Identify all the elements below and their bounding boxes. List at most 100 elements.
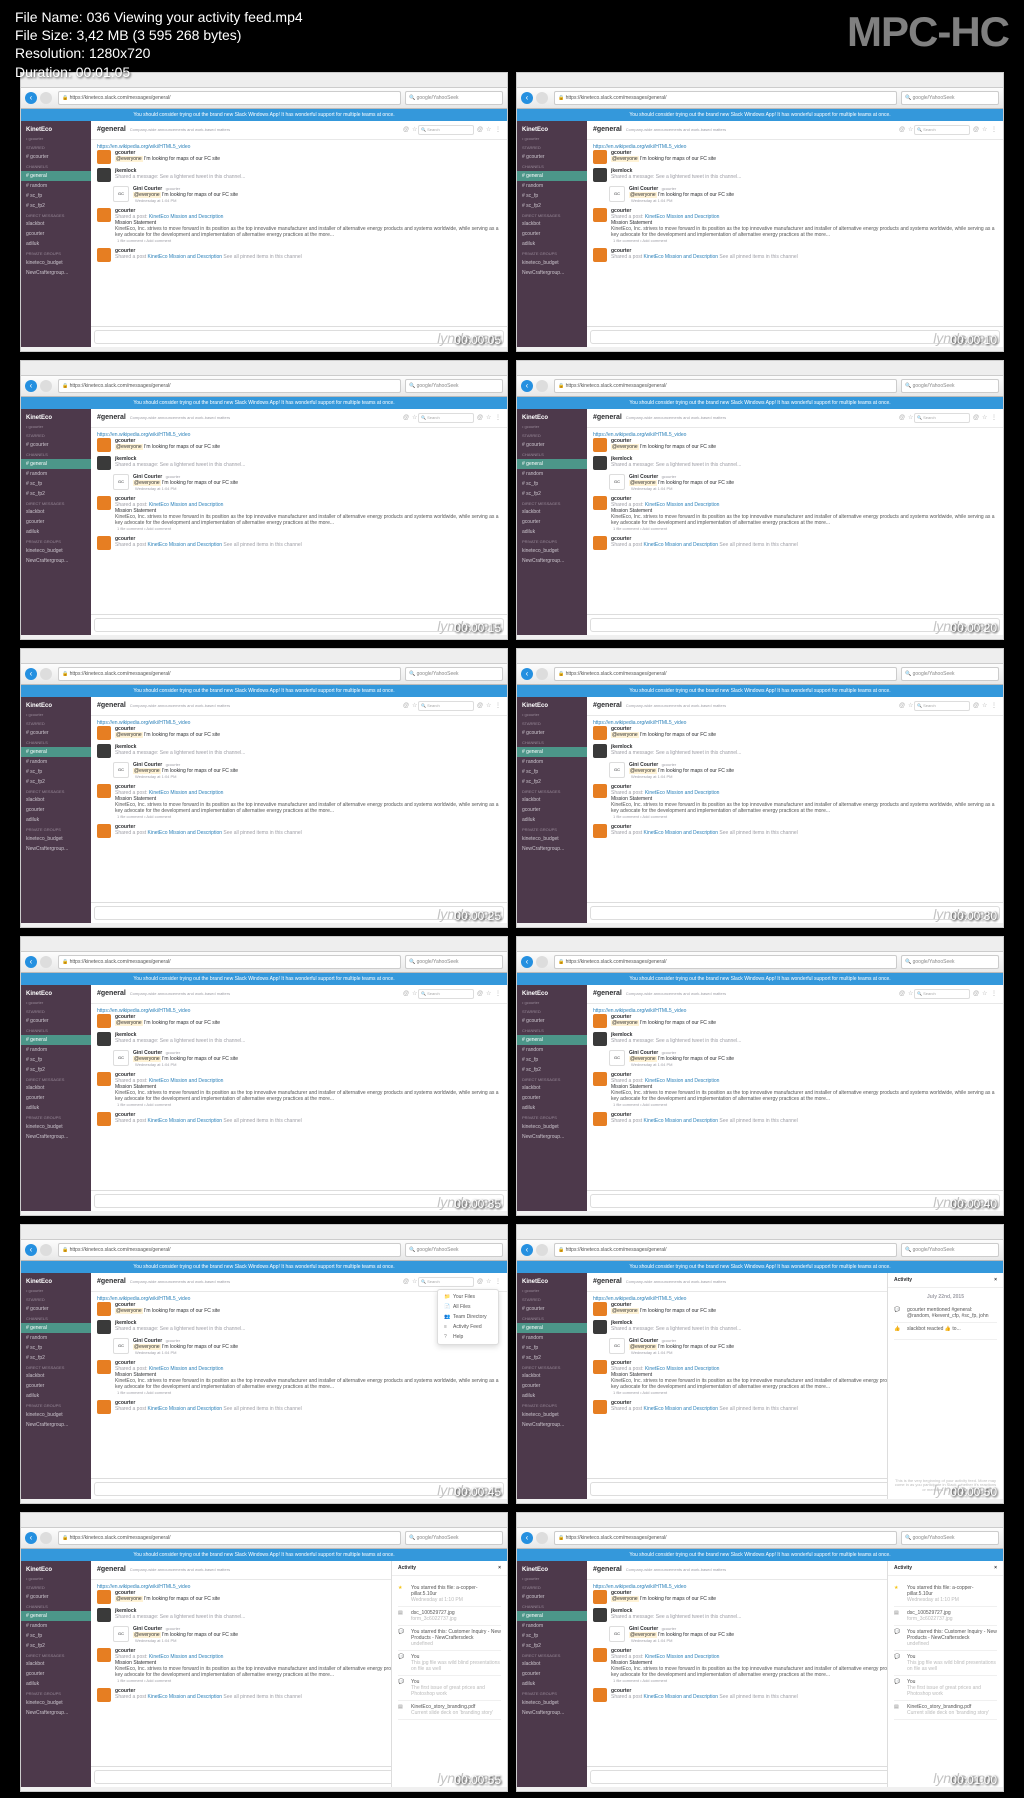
sidebar-dm-item[interactable]: gcourter	[517, 517, 587, 527]
more-icon[interactable]: ⋮	[991, 415, 997, 421]
sidebar-dm-item[interactable]: slackbot	[517, 795, 587, 805]
more-icon[interactable]: ⋮	[991, 127, 997, 133]
sidebar-private-item[interactable]: kineteco_budget	[517, 1122, 587, 1132]
forward-button[interactable]	[40, 1532, 52, 1544]
search-input[interactable]: 🔍 Search	[914, 125, 970, 135]
sidebar-channel-item[interactable]: # random	[21, 181, 91, 191]
back-button[interactable]: ‹	[521, 956, 533, 968]
sidebar-dm-item[interactable]: slackbot	[21, 507, 91, 517]
mentions-icon[interactable]: @	[899, 703, 905, 709]
sidebar-dm-item[interactable]: adiluk	[517, 1391, 587, 1401]
activity-item-text[interactable]: YouThe first issue of great prices and P…	[907, 1679, 997, 1697]
sidebar-channel-item[interactable]: # general	[21, 459, 91, 469]
team-name[interactable]: KinetEco	[21, 1565, 91, 1576]
sidebar-dm-item[interactable]: adiluk	[21, 1103, 91, 1113]
sidebar-channel-item[interactable]: # sc_fp2	[517, 777, 587, 787]
url-bar[interactable]: 🔒 https://kineteco.slack.com/messages/ge…	[58, 91, 401, 105]
sidebar-private-item[interactable]: kineteco_budget	[21, 1122, 91, 1132]
mentions-icon[interactable]: @	[403, 127, 409, 133]
sidebar-channel-item[interactable]: # sc_fp2	[517, 201, 587, 211]
star-outline-icon[interactable]: ☆	[486, 703, 492, 709]
sidebar-channel-item[interactable]: # sc_fp2	[21, 1065, 91, 1075]
sidebar-starred-item[interactable]: # gcourter	[21, 728, 91, 738]
announcement-bar[interactable]: You should consider trying out the brand…	[517, 1549, 1003, 1561]
dropdown-item[interactable]: ?Help	[438, 1332, 498, 1342]
sidebar-channel-item[interactable]: # sc_fp	[517, 1055, 587, 1065]
at-icon[interactable]: @	[477, 703, 483, 709]
more-icon[interactable]: ⋮	[495, 703, 501, 709]
sidebar-private-item[interactable]: kineteco_budget	[21, 834, 91, 844]
browser-search[interactable]: 🔍 google/YahooSeek	[901, 955, 999, 969]
sidebar-channel-item[interactable]: # sc_fp2	[21, 489, 91, 499]
sidebar-channel-item[interactable]: # random	[21, 757, 91, 767]
back-button[interactable]: ‹	[25, 1532, 37, 1544]
sidebar-channel-item[interactable]: # sc_fp2	[21, 1641, 91, 1651]
search-input[interactable]: 🔍 Search	[914, 989, 970, 999]
sidebar-channel-item[interactable]: # general	[517, 747, 587, 757]
announcement-bar[interactable]: You should consider trying out the brand…	[517, 973, 1003, 985]
browser-search[interactable]: 🔍 google/YahooSeek	[405, 91, 503, 105]
announcement-bar[interactable]: You should consider trying out the brand…	[517, 685, 1003, 697]
file-comment-meta[interactable]: 1 file comment • Add comment	[613, 238, 667, 243]
sidebar-dm-item[interactable]: gcourter	[21, 1381, 91, 1391]
sidebar-starred-item[interactable]: # gcourter	[21, 152, 91, 162]
team-name[interactable]: KinetEco	[517, 413, 587, 424]
browser-search[interactable]: 🔍 google/YahooSeek	[901, 1531, 999, 1545]
sidebar-dm-item[interactable]: gcourter	[517, 1669, 587, 1679]
sidebar-channel-item[interactable]: # general	[21, 1035, 91, 1045]
sidebar-channel-item[interactable]: # sc_fp2	[21, 1353, 91, 1363]
back-button[interactable]: ‹	[521, 380, 533, 392]
at-icon[interactable]: @	[973, 127, 979, 133]
announcement-bar[interactable]: You should consider trying out the brand…	[21, 1261, 507, 1273]
sidebar-dm-item[interactable]: adiluk	[21, 527, 91, 537]
channel-title[interactable]: #general	[593, 1278, 622, 1286]
announcement-bar[interactable]: You should consider trying out the brand…	[517, 397, 1003, 409]
sidebar-dm-item[interactable]: gcourter	[21, 1669, 91, 1679]
sidebar-channel-item[interactable]: # sc_fp2	[517, 1065, 587, 1075]
forward-button[interactable]	[40, 956, 52, 968]
forward-button[interactable]	[536, 92, 548, 104]
sidebar-channel-item[interactable]: # sc_fp2	[21, 777, 91, 787]
forward-button[interactable]	[536, 1244, 548, 1256]
mentions-icon[interactable]: @	[403, 1279, 409, 1285]
more-icon[interactable]: ⋮	[495, 1279, 501, 1285]
forward-button[interactable]	[40, 668, 52, 680]
team-name[interactable]: KinetEco	[517, 989, 587, 1000]
back-button[interactable]: ‹	[25, 92, 37, 104]
sidebar-channel-item[interactable]: # general	[517, 1035, 587, 1045]
forward-button[interactable]	[40, 1244, 52, 1256]
sidebar-channel-item[interactable]: # random	[517, 1621, 587, 1631]
sidebar-private-item[interactable]: NewCraftergroup...	[21, 1708, 91, 1718]
sidebar-dm-item[interactable]: gcourter	[517, 229, 587, 239]
activity-item-text[interactable]: YouThe first issue of great prices and P…	[411, 1679, 501, 1697]
sidebar-private-item[interactable]: kineteco_budget	[517, 834, 587, 844]
sidebar-private-item[interactable]: kineteco_budget	[21, 546, 91, 556]
sidebar-dm-item[interactable]: gcourter	[517, 1381, 587, 1391]
url-bar[interactable]: 🔒 https://kineteco.slack.com/messages/ge…	[58, 667, 401, 681]
browser-search[interactable]: 🔍 google/YahooSeek	[901, 91, 999, 105]
forward-button[interactable]	[536, 380, 548, 392]
mentions-icon[interactable]: @	[403, 415, 409, 421]
sidebar-dm-item[interactable]: slackbot	[21, 1659, 91, 1669]
close-icon[interactable]: ×	[498, 1565, 501, 1571]
sidebar-channel-item[interactable]: # random	[517, 469, 587, 479]
dropdown-item[interactable]: 📁Your Files	[438, 1292, 498, 1302]
file-comment-meta[interactable]: 1 file comment • Add comment	[117, 526, 171, 531]
dropdown-item[interactable]: 👥Team Directory	[438, 1312, 498, 1322]
team-name[interactable]: KinetEco	[21, 413, 91, 424]
at-icon[interactable]: @	[477, 1279, 483, 1285]
sidebar-dm-item[interactable]: adiluk	[21, 1391, 91, 1401]
sidebar-starred-item[interactable]: # gcourter	[517, 440, 587, 450]
star-outline-icon[interactable]: ☆	[486, 1279, 492, 1285]
sidebar-starred-item[interactable]: # gcourter	[517, 1304, 587, 1314]
sidebar-private-item[interactable]: NewCraftergroup...	[517, 268, 587, 278]
sidebar-channel-item[interactable]: # sc_fp	[517, 1343, 587, 1353]
file-comment-meta[interactable]: 1 file comment • Add comment	[117, 1390, 171, 1395]
url-bar[interactable]: 🔒 https://kineteco.slack.com/messages/ge…	[58, 1243, 401, 1257]
sidebar-dm-item[interactable]: adiluk	[21, 815, 91, 825]
sidebar-channel-item[interactable]: # sc_fp	[517, 479, 587, 489]
browser-search[interactable]: 🔍 google/YahooSeek	[405, 1243, 503, 1257]
sidebar-channel-item[interactable]: # sc_fp2	[517, 1641, 587, 1651]
sidebar-channel-item[interactable]: # general	[517, 1323, 587, 1333]
url-bar[interactable]: 🔒 https://kineteco.slack.com/messages/ge…	[554, 955, 897, 969]
